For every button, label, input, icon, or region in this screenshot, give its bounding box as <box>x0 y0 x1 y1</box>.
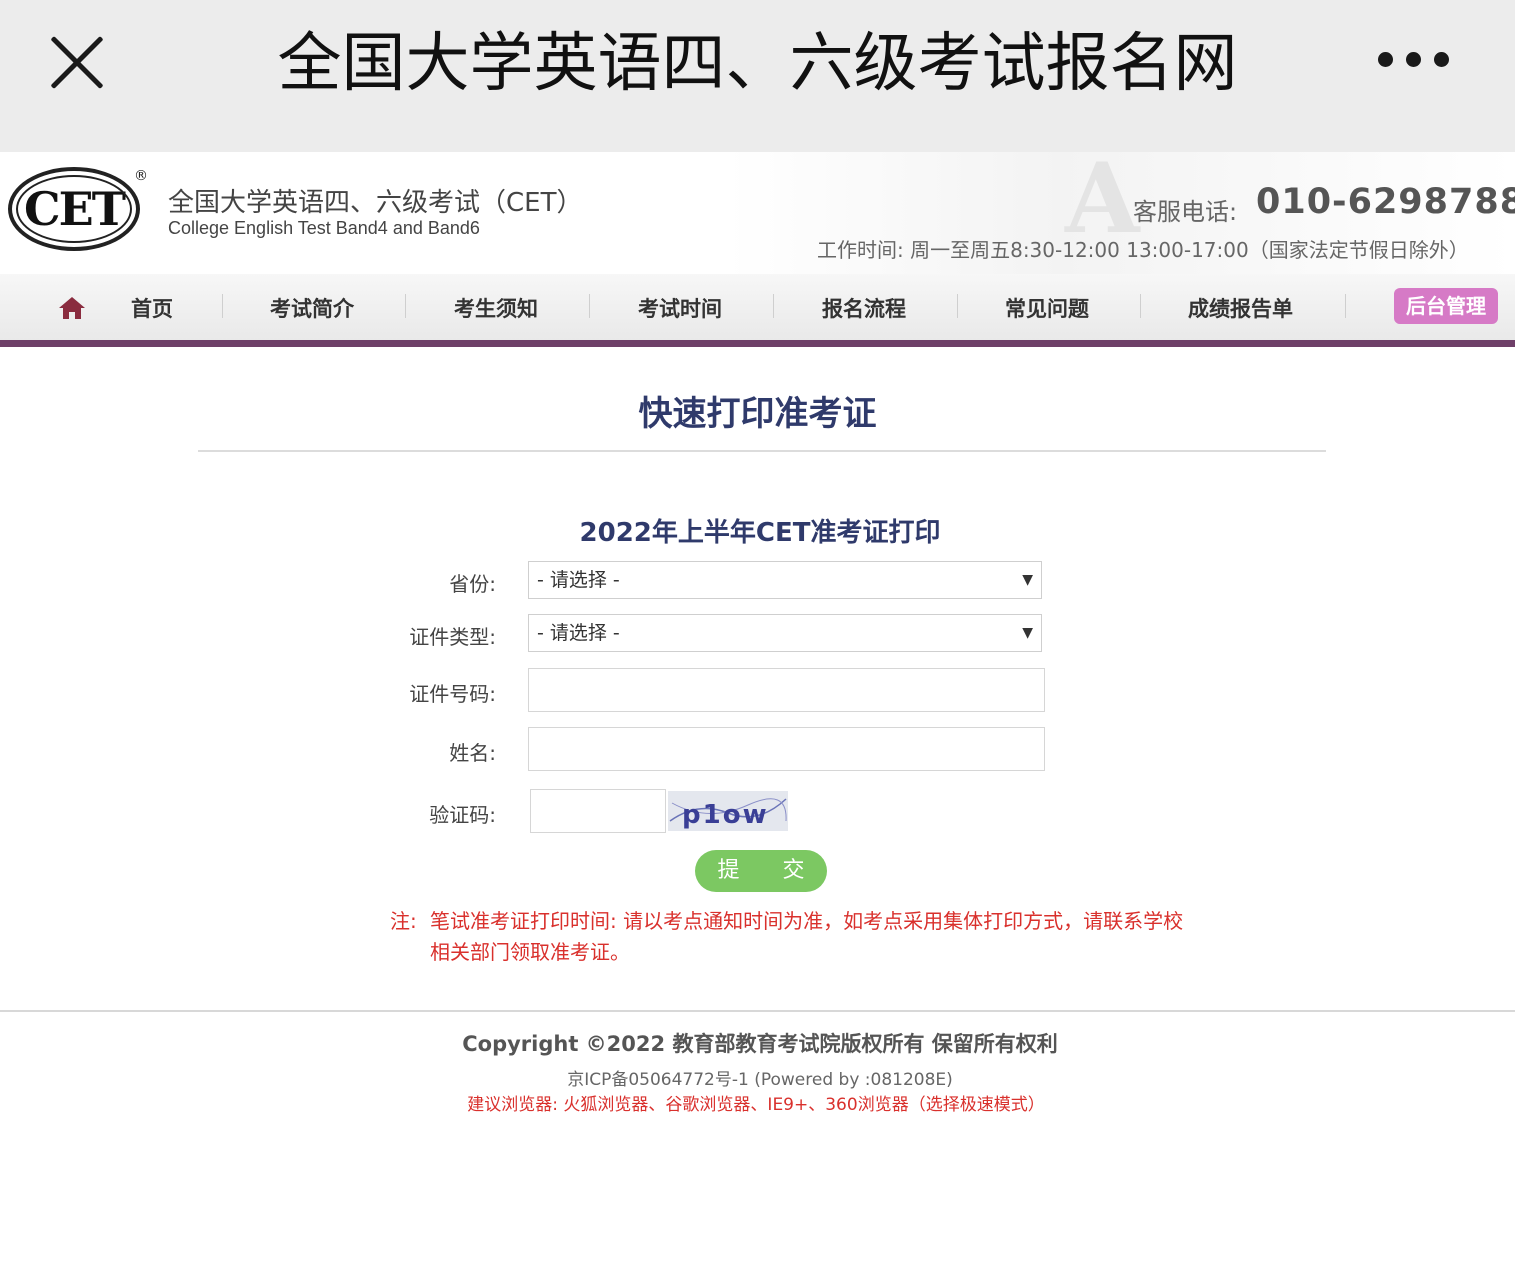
site-header: A CET ® 全国大学英语四、六级考试（CET） College Englis… <box>0 152 1515 274</box>
dropdown-arrow-icon: ▼ <box>1022 572 1033 588</box>
province-label: 省份: <box>449 572 496 596</box>
dropdown-arrow-icon: ▼ <box>1022 625 1033 641</box>
cet-logo[interactable]: CET <box>8 167 140 251</box>
page-title: 快速打印准考证 <box>638 394 877 434</box>
close-icon[interactable] <box>46 32 108 94</box>
print-time-note: 注: 笔试准考证打印时间: 请以考点通知时间为准，如考点采用集体打印方式，请联系… <box>390 906 1200 968</box>
id-number-label: 证件号码: <box>409 682 496 706</box>
nav-divider <box>957 294 958 318</box>
id-type-label: 证件类型: <box>409 625 496 649</box>
nav-item-score-report[interactable]: 成绩报告单 <box>1188 293 1293 323</box>
nav-item-home[interactable]: 首页 <box>131 293 173 323</box>
registered-mark: ® <box>134 168 148 184</box>
icp-text: 京ICP备05064772号-1 (Powered by :081208E) <box>567 1070 953 1090</box>
nav-item-candidate-notice[interactable]: 考生须知 <box>454 293 538 323</box>
nav-divider <box>1140 294 1141 318</box>
nav-divider <box>1345 294 1346 318</box>
nav-divider <box>589 294 590 318</box>
work-hours: 工作时间: 周一至周五8:30-12:00 13:00-17:00（国家法定节假… <box>817 238 1469 262</box>
captcha-image[interactable]: p1ow <box>668 791 788 831</box>
nav-divider <box>405 294 406 318</box>
name-label: 姓名: <box>449 741 496 765</box>
footer-divider <box>0 1010 1515 1012</box>
admin-button[interactable]: 后台管理 <box>1394 288 1498 324</box>
title-divider <box>198 450 1326 452</box>
more-dots-icon[interactable] <box>1378 52 1458 70</box>
copyright-text: Copyright ©2022 教育部教育考试院版权所有 保留所有权利 <box>462 1032 1058 1056</box>
province-select[interactable]: - 请选择 - ▼ <box>528 561 1042 599</box>
nav-divider <box>222 294 223 318</box>
site-name-cn: 全国大学英语四、六级考试（CET） <box>168 188 583 218</box>
browser-title-bar: 全国大学英语四、六级考试报名网 <box>0 0 1515 152</box>
nav-item-registration-process[interactable]: 报名流程 <box>822 293 906 323</box>
note-text: 笔试准考证打印时间: 请以考点通知时间为准，如考点采用集体打印方式，请联系学校相… <box>430 909 1184 964</box>
nav-item-exam-time[interactable]: 考试时间 <box>638 293 722 323</box>
hotline-number: 010-62987880 <box>1256 182 1515 222</box>
nav-item-exam-intro[interactable]: 考试简介 <box>270 293 354 323</box>
province-select-value: - 请选择 - <box>537 569 620 591</box>
note-prefix: 注: <box>390 909 417 933</box>
captcha-text: p1ow <box>682 800 769 830</box>
nav-item-faq[interactable]: 常见问题 <box>1005 293 1089 323</box>
name-input[interactable] <box>528 727 1045 771</box>
browser-recommendation: 建议浏览器: 火狐浏览器、谷歌浏览器、IE9+、360浏览器（选择极速模式） <box>467 1095 1045 1115</box>
window-title: 全国大学英语四、六级考试报名网 <box>277 27 1238 101</box>
id-type-select-value: - 请选择 - <box>537 622 620 644</box>
form-title: 2022年上半年CET准考证打印 <box>579 518 941 548</box>
captcha-label: 验证码: <box>429 803 496 827</box>
nav-divider <box>773 294 774 318</box>
home-icon[interactable] <box>58 296 86 320</box>
submit-button[interactable]: 提 交 <box>695 850 827 892</box>
main-nav: 首页 考试简介 考生须知 考试时间 报名流程 常见问题 成绩报告单 后台管理 <box>0 274 1515 347</box>
id-type-select[interactable]: - 请选择 - ▼ <box>528 614 1042 652</box>
logo-text: CET <box>24 182 126 236</box>
captcha-input[interactable] <box>530 789 666 833</box>
id-number-input[interactable] <box>528 668 1045 712</box>
hotline-label: 客服电话: <box>1133 198 1238 226</box>
site-name-en: College English Test Band4 and Band6 <box>168 218 480 238</box>
